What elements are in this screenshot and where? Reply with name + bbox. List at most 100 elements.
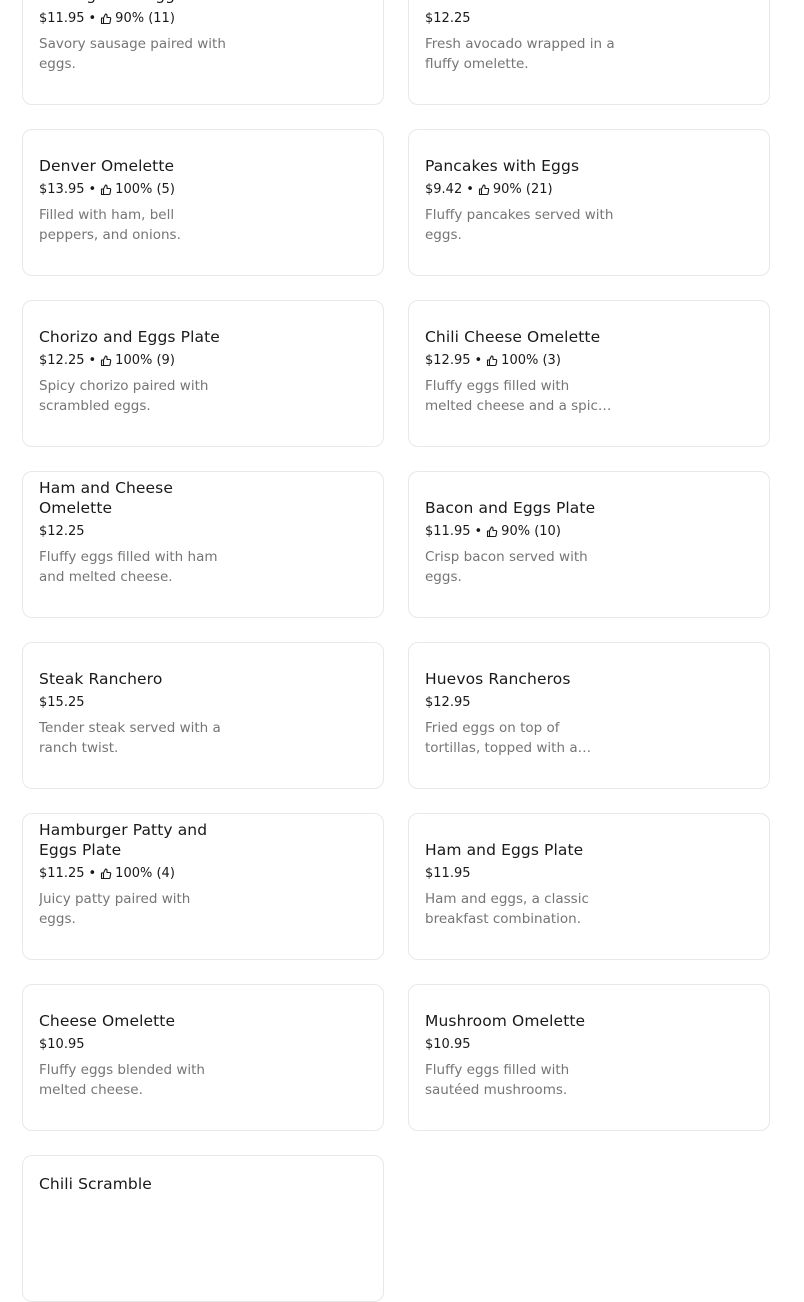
menu-item-meta: $12.95 • 100% (3) <box>425 352 625 370</box>
menu-item-name: Chili Cheese Omelette <box>425 328 601 346</box>
menu-item-meta: $13.95 • 100% (5) <box>39 181 239 199</box>
menu-item-description: Fresh avocado wrapped in a fluffy omelet… <box>425 36 615 72</box>
menu-item-description: Filled with ham, bell peppers, and onion… <box>39 207 181 243</box>
menu-item-price: $12.25 <box>39 524 85 539</box>
menu-item-rating: 100% (4) <box>115 866 175 881</box>
menu-item-info: Ham and Cheese Omelette $12.25 Fluffy eggs… <box>39 478 239 587</box>
menu-item-meta: $15.25 <box>39 694 239 712</box>
thumbs-up-icon <box>486 355 498 367</box>
menu-item-meta: $12.25 • 100% (9) <box>39 352 239 370</box>
menu-item-info: Cheese Omelette $10.95 Fluffy eggs blended… <box>39 1011 239 1100</box>
separator-dot: • <box>474 524 483 539</box>
separator-dot: • <box>88 11 97 26</box>
menu-item-description: Fluffy eggs filled with melted cheese an… <box>425 378 606 414</box>
menu-item-meta: $10.95 <box>39 1036 239 1054</box>
menu-item-info: Hamburger Patty and Eggs Plate $11.25 • 100… <box>39 820 239 929</box>
menu-item-description: Juicy patty paired with eggs. <box>39 891 191 927</box>
menu-item-name: Mushroom Omelette <box>425 1012 586 1030</box>
menu-item-price: $11.25 <box>39 866 85 881</box>
menu-item-name: Pancakes with Eggs <box>425 157 580 175</box>
menu-item-meta: $12.25 <box>425 10 625 28</box>
menu-item-meta: $11.25 • 100% (4) <box>39 865 239 883</box>
separator-dot: • <box>474 353 483 368</box>
menu-item-name: Chorizo and Eggs Plate <box>39 328 220 346</box>
menu-item-rating: 90% (11) <box>115 11 175 26</box>
menu-item-card[interactable]: Steak Ranchero $15.25 Tender steak served … <box>22 642 384 789</box>
menu-item-info: Mushroom Omelette $10.95 Fluffy eggs fille… <box>425 1011 625 1100</box>
menu-item-info: Chorizo and Eggs Plate $12.25 • 100% (9) Spi… <box>39 327 239 416</box>
menu-item-name: Cheese Omelette <box>39 1012 176 1030</box>
menu-item-price: $11.95 <box>39 11 85 26</box>
menu-item-info: Bacon and Eggs Plate $11.95 • 90% (10) Crisp… <box>425 498 625 587</box>
menu-item-card[interactable]: Pancakes with Eggs $9.42 • 90% (21) Fluffy p… <box>408 129 770 276</box>
menu-item-name: Ham and Eggs Plate <box>425 841 584 859</box>
menu-item-card[interactable]: Chorizo and Eggs Plate $12.25 • 100% (9) Spi… <box>22 300 384 447</box>
menu-item-description: Fluffy eggs filled with sautéed mushroom… <box>425 1062 570 1098</box>
menu-item-card[interactable]: Hamburger Patty and Eggs Plate $11.25 • 100… <box>22 813 384 960</box>
menu-item-card[interactable]: Huevos Rancheros $12.95 Fried eggs on top … <box>408 642 770 789</box>
menu-item-info: Steak Ranchero $15.25 Tender steak served … <box>39 669 239 758</box>
menu-item-price: $11.95 <box>425 524 471 539</box>
menu-item-card[interactable]: Ham and Eggs Plate $11.95 Ham and eggs, a … <box>408 813 770 960</box>
menu-item-rating: 90% (10) <box>501 524 561 539</box>
menu-item-price: $13.95 <box>39 182 85 197</box>
menu-item-description: Spicy chorizo paired with scrambled eggs… <box>39 378 209 414</box>
menu-item-rating: 90% (21) <box>492 182 553 197</box>
menu-item-price: $9.42 <box>425 182 463 197</box>
menu-item-price: $10.95 <box>39 1037 85 1052</box>
separator-dot: • <box>88 182 97 197</box>
menu-item-price: $15.25 <box>39 695 85 710</box>
separator-dot: • <box>466 182 474 197</box>
menu-item-info: Avocado Omelette $12.25 Fresh avocado wrap… <box>425 0 625 74</box>
menu-item-card[interactable]: Bacon and Eggs Plate $11.95 • 90% (10) Crisp… <box>408 471 770 618</box>
thumbs-up-icon <box>100 355 112 367</box>
menu-item-description: Fluffy eggs blended with melted cheese. <box>39 1062 205 1098</box>
thumbs-up-icon <box>100 13 112 25</box>
menu-item-description: Savory sausage paired with eggs. <box>39 36 226 72</box>
menu-item-price: $11.95 <box>425 866 471 881</box>
menu-item-card[interactable]: Chili Cheese Omelette $12.95 • 100% (3) Fluf… <box>408 300 770 447</box>
menu-item-name: Hamburger Patty and Eggs Plate <box>39 821 208 859</box>
thumbs-up-icon <box>100 868 112 880</box>
menu-item-name: Huevos Rancheros <box>425 670 571 688</box>
menu-item-card[interactable]: Avocado Omelette $12.25 Fresh avocado wrap… <box>408 0 770 105</box>
thumbs-up-icon <box>486 526 498 538</box>
menu-item-price: $12.25 <box>425 11 471 26</box>
menu-item-meta: $11.95 • 90% (10) <box>425 523 625 541</box>
menu-item-info: Pancakes with Eggs $9.42 • 90% (21) Fluffy p… <box>425 156 625 245</box>
menu-item-price: $10.95 <box>425 1037 471 1052</box>
menu-item-meta: $10.95 <box>425 1036 625 1054</box>
menu-item-name: Steak Ranchero <box>39 670 163 688</box>
menu-item-card[interactable]: Mushroom Omelette $10.95 Fluffy eggs fille… <box>408 984 770 1131</box>
menu-item-card[interactable]: Cheese Omelette $10.95 Fluffy eggs blended… <box>22 984 384 1131</box>
separator-dot: • <box>88 866 97 881</box>
menu-item-name: Chili Scramble <box>39 1175 152 1193</box>
menu-item-description: Ham and eggs, a classic breakfast combin… <box>425 891 589 927</box>
menu-item-price: $12.95 <box>425 695 471 710</box>
menu-item-info: Ham and Eggs Plate $11.95 Ham and eggs, a … <box>425 840 625 929</box>
menu-item-name: Sausage and Eggs Plate <box>39 0 239 5</box>
menu-item-description: Fluffy pancakes served with eggs. <box>425 207 614 243</box>
menu-item-info: Huevos Rancheros $12.95 Fried eggs on top … <box>425 669 625 758</box>
thumbs-up-icon <box>478 184 490 196</box>
menu-item-name: Ham and Cheese Omelette <box>39 479 173 517</box>
menu-item-info: Chili Scramble <box>39 1174 239 1199</box>
menu-item-info: Chili Cheese Omelette $12.95 • 100% (3) Fluf… <box>425 327 625 416</box>
menu-item-name: Bacon and Eggs Plate <box>425 499 596 517</box>
menu-item-card[interactable]: Sausage and Eggs Plate $11.95• 90% (11) Sav… <box>22 0 384 105</box>
menu-item-price: $12.25 <box>39 353 85 368</box>
menu-item-description: Fried eggs on top of tortillas, topped w… <box>425 720 578 756</box>
menu-item-meta: $12.25 <box>39 523 239 541</box>
menu-item-card[interactable]: Ham and Cheese Omelette $12.25 Fluffy eggs… <box>22 471 384 618</box>
menu-item-card[interactable]: Chili Scramble <box>22 1155 384 1302</box>
menu-item-grid: Sausage and Eggs Plate$11.95•90% (11)Sav… <box>22 0 772 1302</box>
menu-item-meta: $9.42 • 90% (21) <box>425 181 625 199</box>
menu-item-rating: 100% (9) <box>115 353 175 368</box>
menu-item-name: Avocado Omelette <box>425 0 625 5</box>
menu-item-card[interactable]: Denver Omelette $13.95 • 100% (5) Filled wit… <box>22 129 384 276</box>
menu-item-description: Tender steak served with a ranch twist. <box>39 720 221 756</box>
menu-item-info: Denver Omelette $13.95 • 100% (5) Filled wit… <box>39 156 239 245</box>
menu-item-description: Fluffy eggs filled with ham and melted c… <box>39 549 218 585</box>
menu-item-meta: $12.95 <box>425 694 625 712</box>
menu-item-rating: 100% (3) <box>501 353 561 368</box>
